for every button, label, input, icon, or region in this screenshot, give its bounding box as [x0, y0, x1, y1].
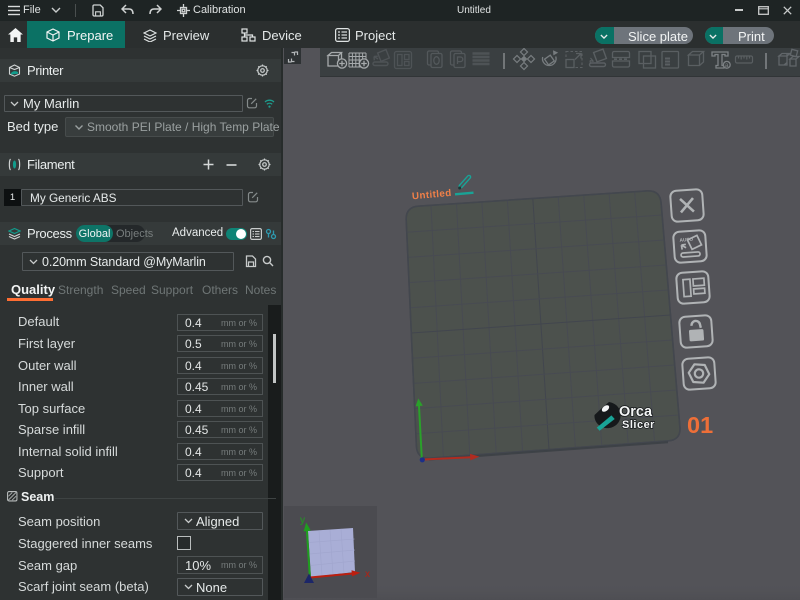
svg-text:Orca: Orca	[619, 404, 653, 420]
svg-text:Slicer: Slicer	[622, 419, 655, 431]
svg-text:AUTO: AUTO	[679, 237, 693, 244]
svg-text:01: 01	[687, 412, 713, 438]
svg-text:x: x	[365, 569, 370, 580]
svg-text:Untitled: Untitled	[412, 188, 452, 202]
svg-text:y: y	[300, 515, 305, 526]
svg-text:a: a	[725, 62, 729, 69]
